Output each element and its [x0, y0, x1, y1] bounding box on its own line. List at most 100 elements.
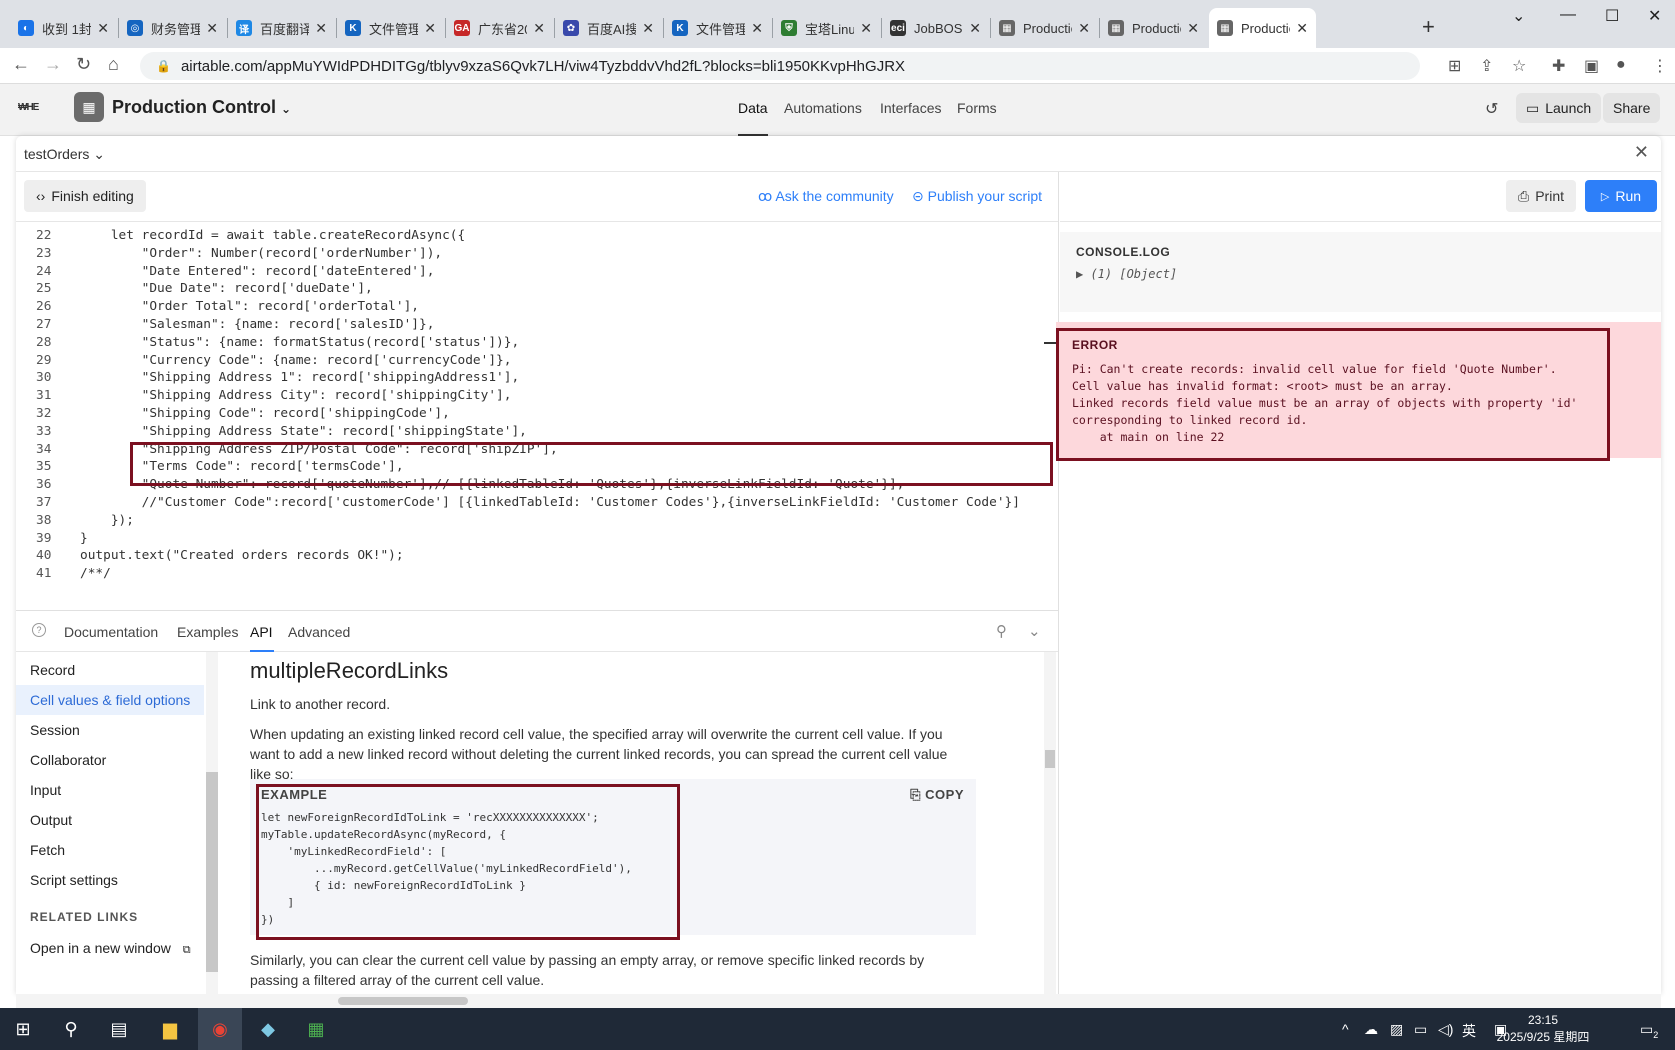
- code-line[interactable]: 31 "Shipping Address City": record['ship…: [16, 386, 1044, 405]
- tab-data[interactable]: Data: [738, 100, 768, 116]
- history-icon[interactable]: ↺: [1485, 99, 1498, 119]
- volume-icon[interactable]: ◁): [1438, 1021, 1453, 1038]
- forward-icon[interactable]: →: [44, 54, 62, 75]
- code-line[interactable]: 27 "Salesman": {name: record['salesID']}…: [16, 315, 1044, 334]
- tab-examples[interactable]: Examples: [177, 624, 238, 640]
- code-line[interactable]: 28 "Status": {name: formatStatus(record[…: [16, 333, 1044, 352]
- tab-search-icon[interactable]: ⌄: [1512, 6, 1525, 26]
- publish-script-link[interactable]: ⊝ Publish your script: [912, 188, 1042, 205]
- task-view-icon[interactable]: ▤: [106, 1016, 132, 1042]
- horizontal-scroll-thumb[interactable]: [338, 997, 468, 1005]
- tab-automations[interactable]: Automations: [784, 100, 862, 116]
- tab-close-icon[interactable]: ✕: [860, 20, 872, 37]
- console-object[interactable]: ▶ (1) [Object]: [1076, 267, 1177, 281]
- browser-tab[interactable]: K 文件管理 ✕: [664, 8, 771, 48]
- tab-interfaces[interactable]: Interfaces: [880, 100, 941, 116]
- sidepanel-icon[interactable]: ▣: [1584, 56, 1599, 76]
- browser-tab[interactable]: K 文件管理 ✕: [337, 8, 444, 48]
- copy-button[interactable]: ⎘ COPY: [910, 787, 964, 803]
- tab-api[interactable]: API: [250, 624, 273, 640]
- maximize-icon[interactable]: ☐: [1605, 6, 1619, 26]
- extensions-icon[interactable]: ✚: [1552, 56, 1565, 76]
- tab-close-icon[interactable]: ✕: [424, 20, 436, 37]
- chrome-icon[interactable]: ◉: [207, 1016, 233, 1042]
- sidebar-item[interactable]: Record: [30, 662, 75, 678]
- spreadsheet-app-icon[interactable]: ▦: [303, 1016, 329, 1042]
- sidebar-item[interactable]: Session: [30, 722, 80, 738]
- code-line[interactable]: 22 let recordId = await table.createReco…: [16, 226, 1044, 245]
- docs-scrollbar[interactable]: [1044, 652, 1056, 994]
- open-new-window-link[interactable]: Open in a new window ⧉: [30, 940, 191, 957]
- system-clock[interactable]: 23:15 2025/9/25 星期四: [1488, 1012, 1598, 1046]
- share-button[interactable]: Share: [1603, 93, 1661, 123]
- sidebar-item[interactable]: Cell values & field options: [16, 685, 204, 715]
- code-line[interactable]: 40 output.text("Created orders records OK…: [16, 546, 1044, 565]
- home-icon[interactable]: ⌂: [108, 54, 119, 75]
- sidebar-item[interactable]: Input: [30, 782, 61, 798]
- browser-tab[interactable]: ▦ Productio ✕: [991, 8, 1098, 48]
- code-line[interactable]: 41 /**/: [16, 564, 1044, 583]
- tab-close-icon[interactable]: ✕: [315, 20, 327, 37]
- code-line[interactable]: 30 "Shipping Address 1": record['shippin…: [16, 368, 1044, 387]
- close-window-icon[interactable]: ✕: [1648, 6, 1661, 26]
- browser-tab[interactable]: GA 广东省20 ✕: [446, 8, 553, 48]
- tab-advanced[interactable]: Advanced: [288, 624, 350, 640]
- chevron-down-icon[interactable]: ⌄: [1028, 622, 1041, 640]
- new-tab-icon[interactable]: +: [1422, 14, 1435, 40]
- horizontal-scrollbar[interactable]: [16, 994, 1661, 1008]
- cloud-icon[interactable]: ☁: [1364, 1021, 1378, 1038]
- tab-close-icon[interactable]: ✕: [642, 20, 654, 37]
- tab-close-icon[interactable]: ✕: [751, 20, 763, 37]
- tab-forms[interactable]: Forms: [957, 100, 997, 116]
- code-line[interactable]: 39}: [16, 529, 1044, 548]
- code-editor[interactable]: 22 let recordId = await table.createReco…: [16, 222, 1044, 610]
- base-icon[interactable]: ▦: [74, 92, 104, 122]
- browser-menu-icon[interactable]: ⋮: [1652, 56, 1668, 76]
- sidebar-item[interactable]: Fetch: [30, 842, 65, 858]
- tab-close-icon[interactable]: ✕: [1078, 20, 1090, 37]
- ask-community-link[interactable]: ꝏ Ask the community: [758, 188, 894, 205]
- browser-tab[interactable]: ▦ Productio ✕: [1209, 8, 1316, 48]
- browser-tab[interactable]: eci JobBOSS ✕: [882, 8, 989, 48]
- browser-tab[interactable]: ◐ 收到 1封邮 ✕: [10, 8, 117, 48]
- finish-editing-button[interactable]: ‹› Finish editing: [24, 180, 146, 212]
- tab-close-icon[interactable]: ✕: [206, 20, 218, 37]
- tray-app-icon[interactable]: ▨: [1390, 1021, 1403, 1038]
- notification-center-icon[interactable]: ▭2: [1640, 1021, 1658, 1040]
- browser-tab[interactable]: ◎ 财务管理 ✕: [119, 8, 226, 48]
- run-button[interactable]: ▷ Run: [1585, 180, 1657, 212]
- tab-close-icon[interactable]: ✕: [533, 20, 545, 37]
- back-icon[interactable]: ←: [12, 54, 30, 75]
- code-line[interactable]: 37 //"Customer Code":record['customerCod…: [16, 493, 1044, 512]
- search-icon[interactable]: ⚲: [58, 1016, 84, 1042]
- code-line[interactable]: 24 "Date Entered": record['dateEntered']…: [16, 262, 1044, 281]
- sidebar-item[interactable]: Collaborator: [30, 752, 106, 768]
- launch-button[interactable]: ▭ Launch: [1516, 93, 1602, 123]
- code-line[interactable]: 23 "Order": Number(record['orderNumber']…: [16, 244, 1044, 263]
- tab-close-icon[interactable]: ✕: [1296, 20, 1308, 37]
- share-page-icon[interactable]: ⇪: [1480, 56, 1493, 76]
- profile-avatar-icon[interactable]: ●: [1616, 56, 1626, 74]
- search-icon[interactable]: ⚲: [996, 622, 1007, 640]
- code-line[interactable]: 38 });: [16, 511, 1044, 530]
- code-line[interactable]: 26 "Order Total": record['orderTotal'],: [16, 297, 1044, 316]
- code-line[interactable]: 25 "Due Date": record['dueDate'],: [16, 279, 1044, 298]
- minimize-icon[interactable]: —: [1560, 6, 1576, 24]
- reload-icon[interactable]: ↻: [76, 54, 91, 75]
- translate-icon[interactable]: ⊞: [1448, 56, 1461, 76]
- address-bar[interactable]: 🔒 airtable.com/appMuYWIdPDHDITGg/tblyv9x…: [140, 52, 1420, 80]
- ime-indicator[interactable]: 英: [1462, 1021, 1476, 1041]
- code-line[interactable]: 33 "Shipping Address State": record['shi…: [16, 422, 1044, 441]
- tab-close-icon[interactable]: ✕: [969, 20, 981, 37]
- extension-title[interactable]: testOrders ⌄: [24, 146, 105, 163]
- tray-expand-icon[interactable]: ^: [1342, 1021, 1349, 1037]
- browser-tab[interactable]: ▦ Productio ✕: [1100, 8, 1207, 48]
- help-icon[interactable]: ?: [32, 623, 46, 637]
- code-line[interactable]: 29 "Currency Code": {name: record['curre…: [16, 351, 1044, 370]
- docs-scroll-thumb[interactable]: [1045, 750, 1055, 768]
- print-button[interactable]: ⎙ Print: [1506, 180, 1576, 212]
- tab-close-icon[interactable]: ✕: [1187, 20, 1199, 37]
- tab-documentation[interactable]: Documentation: [64, 624, 158, 640]
- sidebar-item[interactable]: Output: [30, 812, 72, 828]
- network-icon[interactable]: ▭: [1414, 1021, 1427, 1038]
